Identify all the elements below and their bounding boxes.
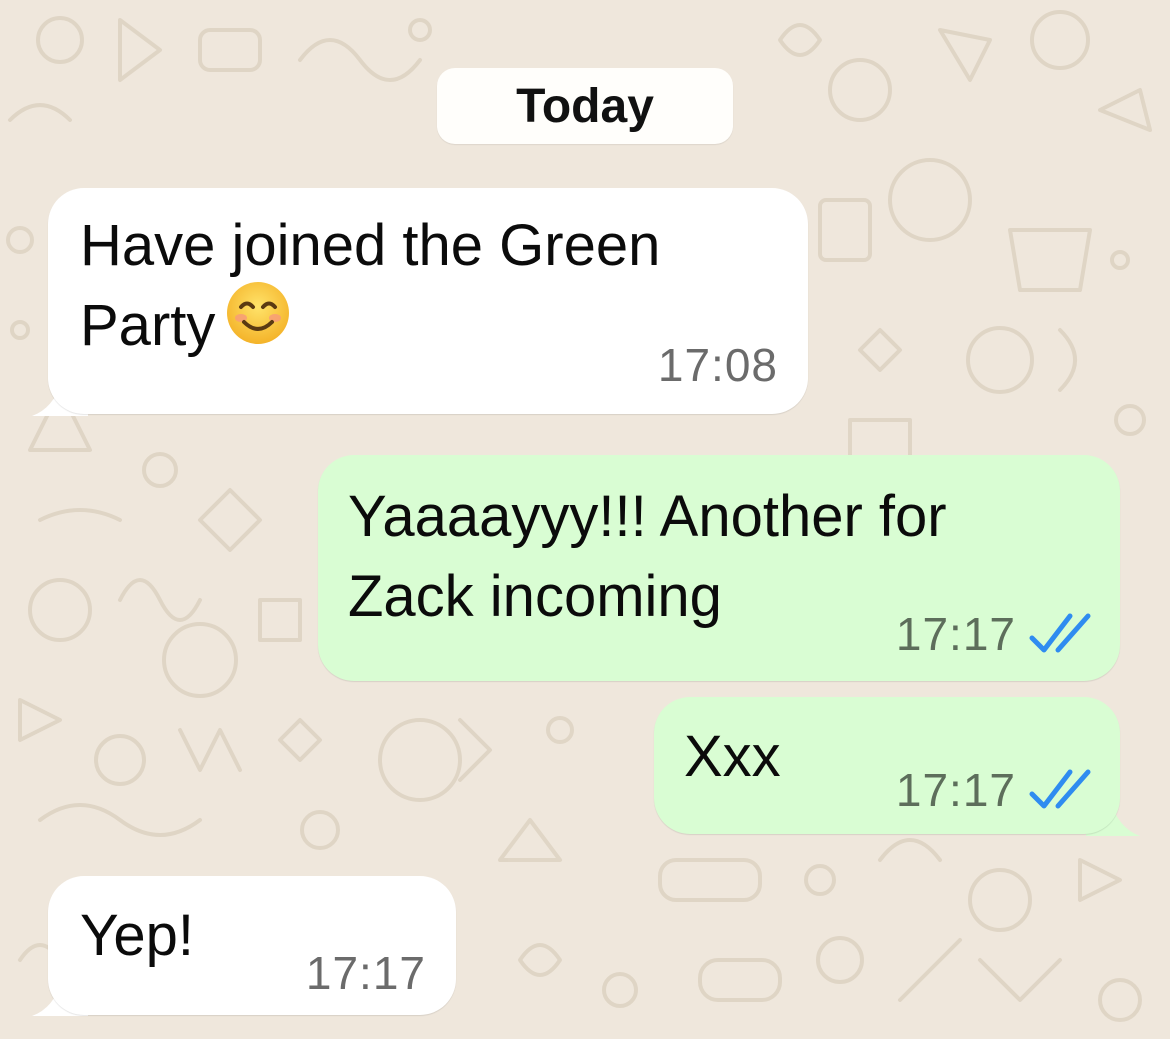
- smiling-face-emoji: [225, 280, 291, 367]
- message-meta: 17:17: [896, 763, 1092, 817]
- message-bubble-incoming[interactable]: Yep! 17:17: [48, 876, 456, 1015]
- message-meta: 17:17: [896, 607, 1092, 661]
- double-check-icon: [1029, 613, 1091, 653]
- message-time: 17:17: [895, 764, 1016, 816]
- message-bubble-incoming[interactable]: Have joined the Green Party 17:08: [48, 188, 808, 414]
- message-text: Xxx: [684, 724, 781, 789]
- message-text: Yaaaayyy!!! Another for Zack incoming: [348, 484, 947, 629]
- message-bubble-outgoing[interactable]: Yaaaayyy!!! Another for Zack incoming 17…: [318, 455, 1120, 681]
- message-text: Have joined the Green Party: [80, 206, 660, 373]
- message-meta: 17:08: [658, 338, 778, 392]
- date-divider: Today: [437, 68, 733, 144]
- message-bubble-outgoing[interactable]: Xxx 17:17: [654, 697, 1120, 834]
- message-time: 17:08: [657, 339, 778, 391]
- double-check-icon: [1029, 769, 1091, 809]
- message-text: Yep!: [80, 903, 194, 968]
- message-time: 17:17: [895, 608, 1016, 660]
- message-meta: 17:17: [306, 946, 426, 1000]
- message-time: 17:17: [305, 947, 426, 999]
